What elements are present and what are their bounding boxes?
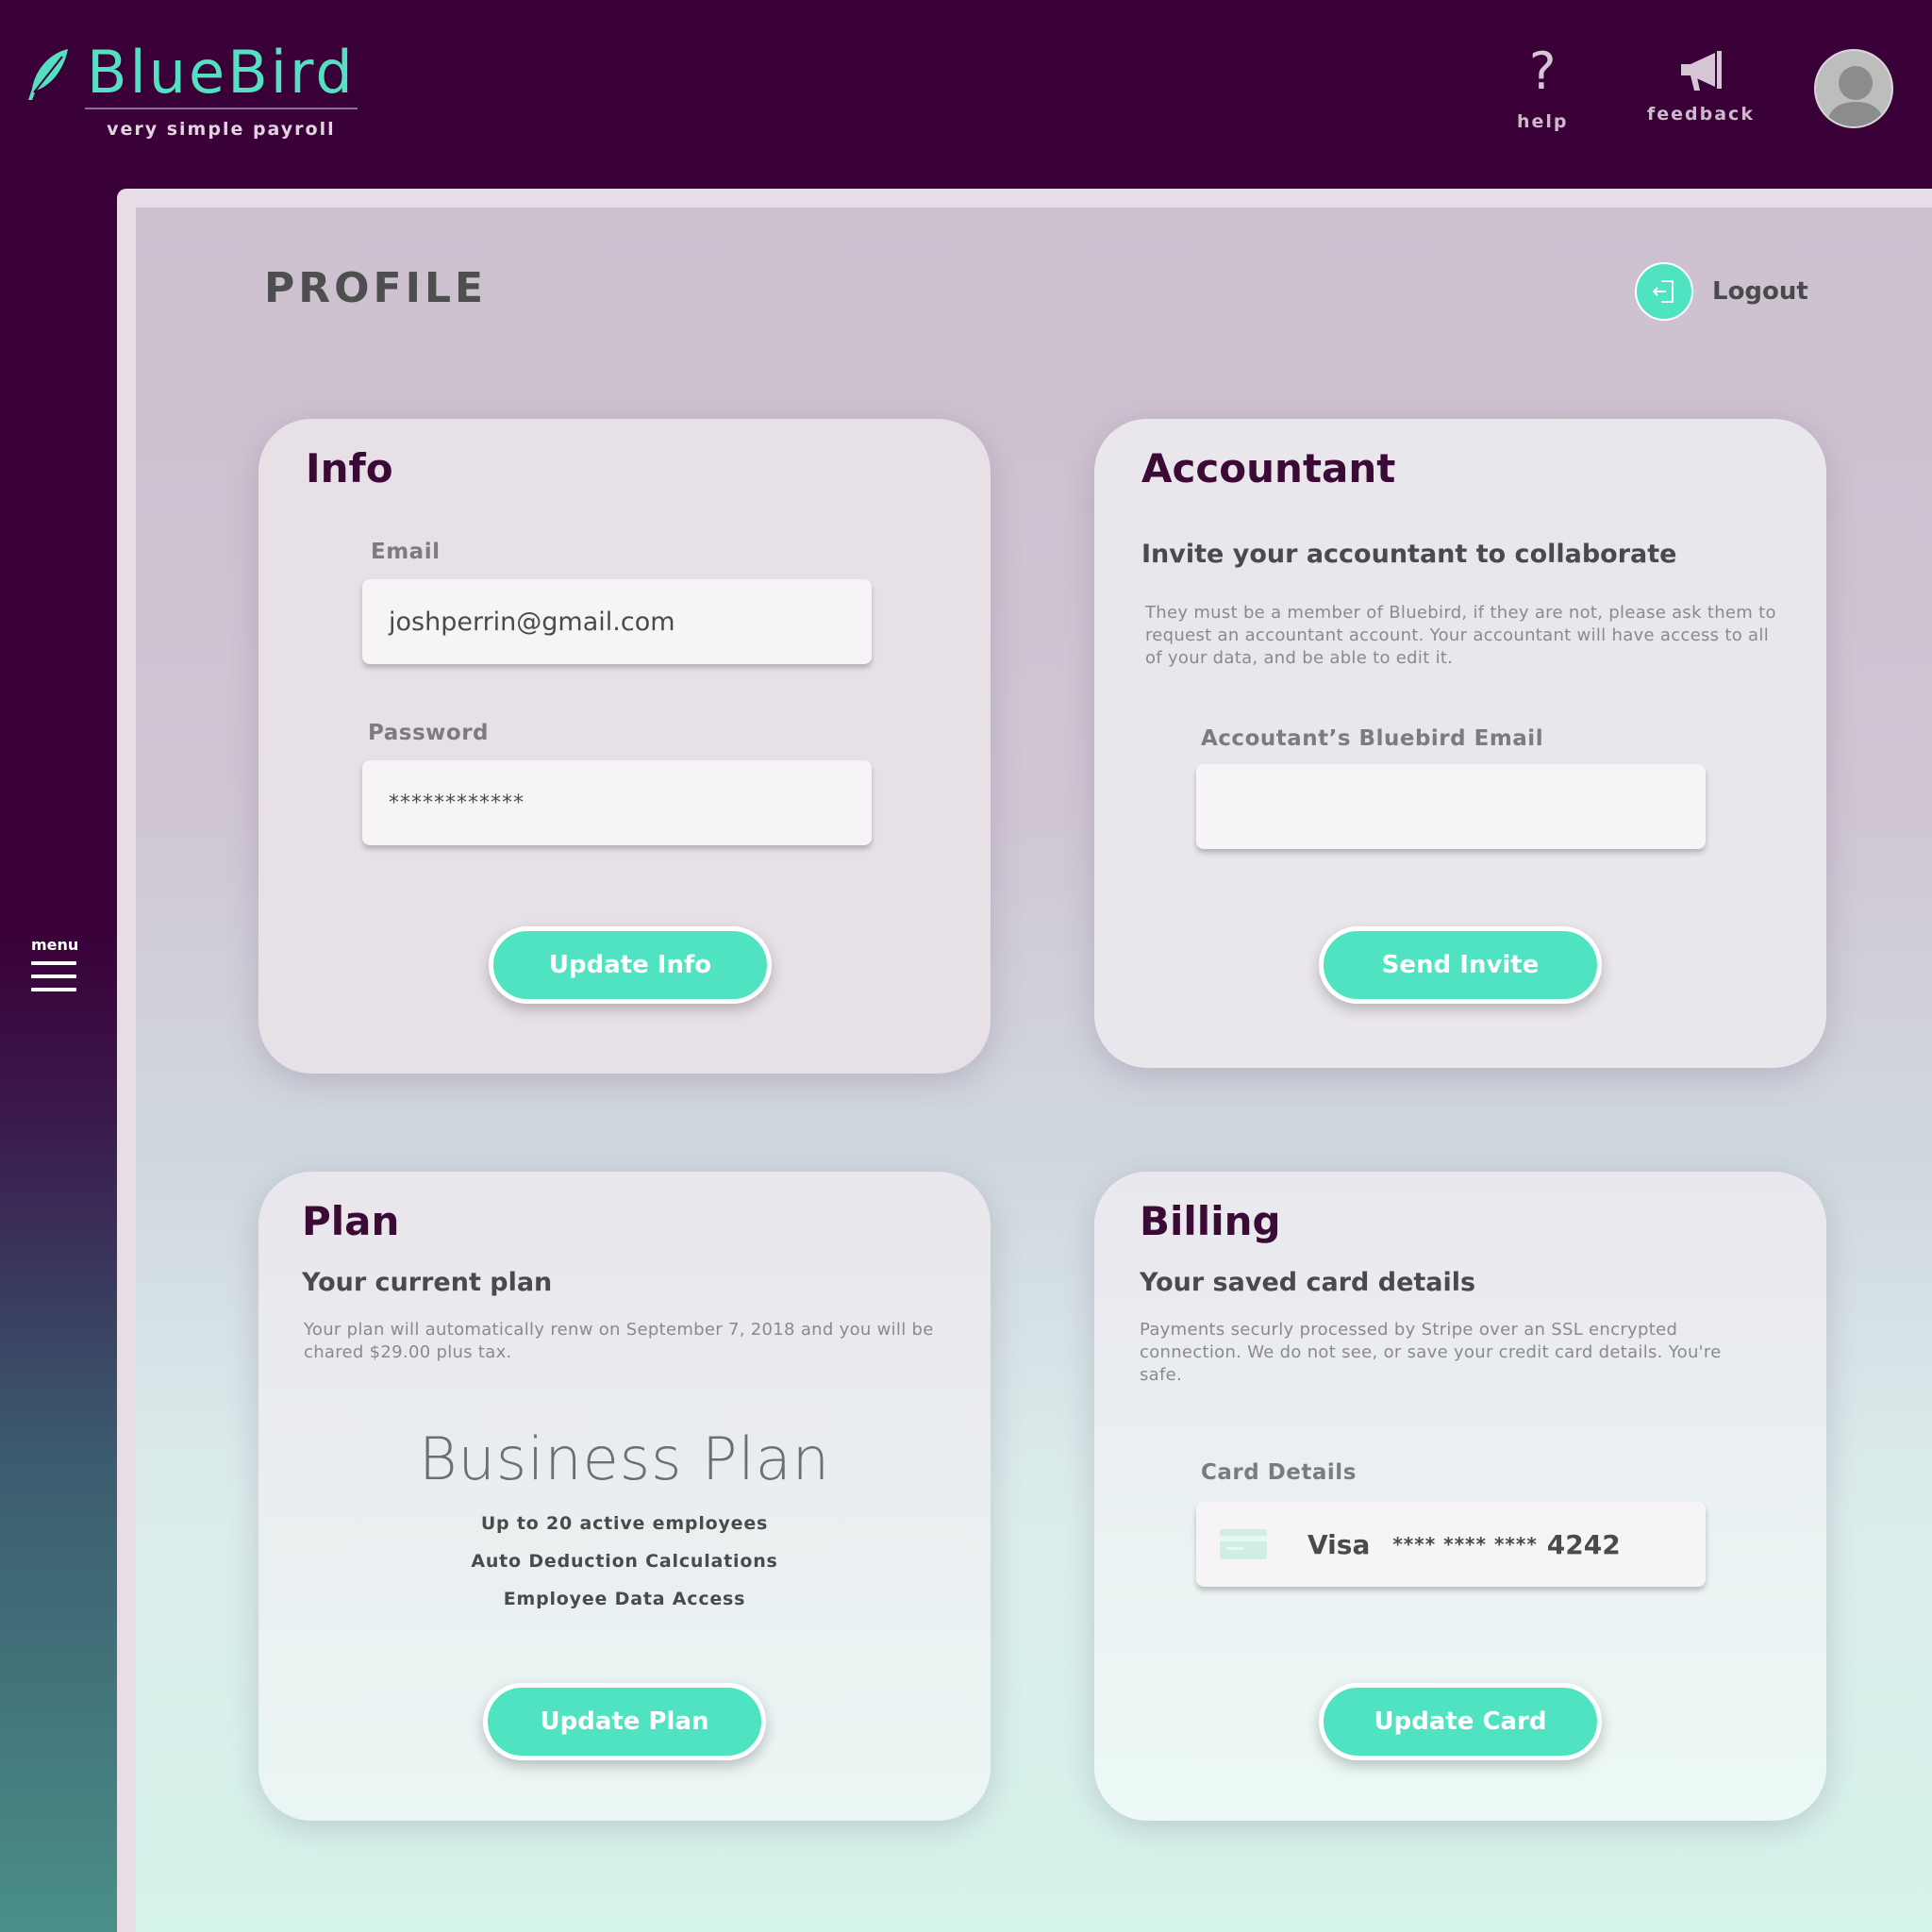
card-last4: 4242: [1546, 1528, 1621, 1560]
plan-name: Business Plan: [418, 1424, 831, 1493]
logout-label: Logout: [1712, 277, 1808, 306]
accountant-title: Accountant: [1141, 445, 1396, 491]
billing-title: Billing: [1140, 1198, 1281, 1244]
help-label: help: [1517, 111, 1569, 132]
plan-description: Your plan will automatically renw on Sep…: [304, 1320, 934, 1362]
email-label: Email: [371, 540, 441, 564]
help-button[interactable]: ? help: [1517, 42, 1569, 133]
brand-logo[interactable]: BlueBird very simple payroll: [25, 42, 358, 140]
feedback-label: feedback: [1647, 104, 1755, 125]
email-field[interactable]: joshperrin@gmail.com: [362, 579, 872, 664]
accountant-subtitle: Invite your accountant to collaborate: [1141, 540, 1677, 569]
password-label: Password: [368, 721, 489, 745]
update-plan-button[interactable]: Update Plan: [483, 1683, 766, 1760]
card-mask: **** **** ****: [1392, 1533, 1538, 1556]
accountant-email-field[interactable]: [1196, 764, 1706, 849]
accountant-email-label: Accoutant’s Bluebird Email: [1201, 726, 1544, 751]
logout-icon: [1635, 262, 1693, 321]
card-details-label: Card Details: [1201, 1460, 1357, 1485]
top-bar: BlueBird very simple payroll ? help feed…: [0, 0, 1932, 179]
password-field[interactable]: ************: [362, 760, 872, 845]
megaphone-icon: [1680, 51, 1722, 91]
page-title: PROFILE: [264, 264, 488, 312]
billing-subtitle: Your saved card details: [1140, 1268, 1476, 1297]
accountant-description: They must be a member of Bluebird, if th…: [1145, 603, 1776, 668]
plan-feature: Employee Data Access: [503, 1589, 746, 1609]
plan-subtitle: Your current plan: [302, 1268, 553, 1297]
card-details-field[interactable]: Visa **** **** **** 4242: [1196, 1502, 1706, 1587]
user-avatar-icon[interactable]: [1814, 49, 1893, 128]
billing-description: Payments securly processed by Stripe ove…: [1140, 1320, 1722, 1385]
question-icon: ?: [1528, 42, 1557, 101]
plan-feature: Up to 20 active employees: [480, 1513, 769, 1534]
menu-label: menu: [31, 936, 79, 954]
plan-feature: Auto Deduction Calculations: [471, 1551, 778, 1572]
card-brand: Visa: [1307, 1528, 1371, 1560]
hamburger-icon: [31, 961, 80, 991]
brand-tagline: very simple payroll: [107, 119, 336, 140]
credit-card-icon: [1220, 1529, 1267, 1559]
hamburger-menu-button[interactable]: menu: [31, 936, 80, 1001]
billing-card: Billing Your saved card details Payments…: [1094, 1172, 1826, 1821]
accountant-card: Accountant Invite your accountant to col…: [1094, 419, 1826, 1068]
info-title: Info: [306, 445, 393, 491]
brand-name: BlueBird: [85, 42, 358, 109]
send-invite-button[interactable]: Send Invite: [1319, 926, 1602, 1004]
avatar-silhouette: [1825, 66, 1886, 126]
plan-title: Plan: [302, 1198, 400, 1244]
feather-icon: [28, 49, 68, 100]
info-card: Info Email joshperrin@gmail.com Password…: [258, 419, 991, 1074]
feedback-button[interactable]: feedback: [1647, 49, 1755, 125]
plan-card: Plan Your current plan Your plan will au…: [258, 1172, 991, 1821]
update-info-button[interactable]: Update Info: [489, 926, 772, 1004]
logout-button[interactable]: Logout: [1635, 262, 1808, 321]
update-card-button[interactable]: Update Card: [1319, 1683, 1602, 1760]
